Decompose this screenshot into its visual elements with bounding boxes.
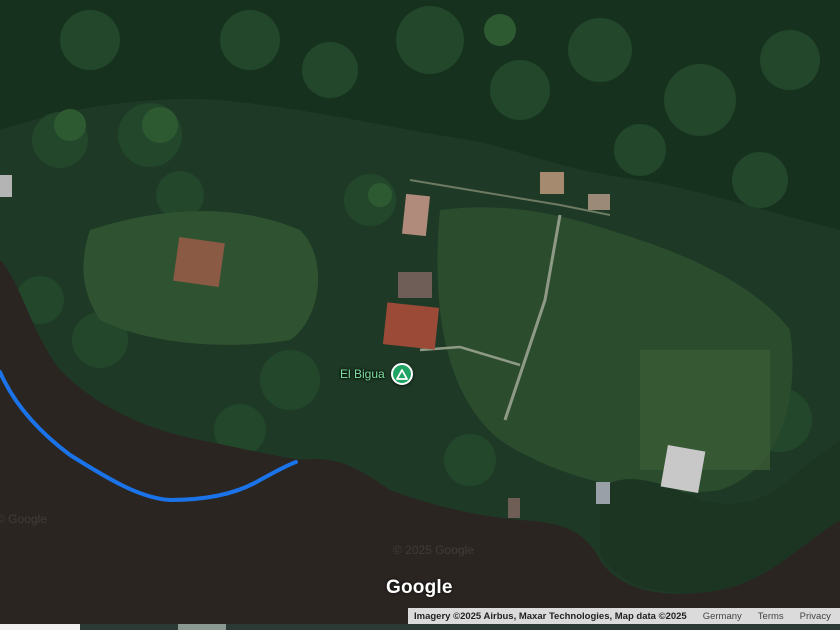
building (0, 175, 12, 197)
map-attribution-bar: Imagery ©2025 Airbus, Maxar Technologies… (408, 608, 840, 624)
imagery-credit: Imagery ©2025 Airbus, Maxar Technologies… (414, 610, 687, 622)
map-watermark: © 2025 Google (393, 543, 474, 557)
campground-pin-icon[interactable] (390, 363, 413, 385)
bottom-strip-segment (0, 624, 80, 630)
building (660, 445, 706, 493)
building (382, 302, 440, 350)
building (596, 482, 610, 504)
bottom-strip-segment (178, 624, 226, 630)
satellite-map[interactable] (0, 0, 840, 630)
building (540, 172, 564, 194)
building (173, 237, 225, 287)
place-name: El Bigua (340, 367, 385, 381)
map-watermark-partial: © Google (0, 512, 47, 526)
building (508, 498, 520, 518)
country-link[interactable]: Germany (703, 611, 742, 622)
building (401, 193, 431, 237)
building (398, 272, 432, 298)
terms-link[interactable]: Terms (758, 611, 784, 622)
bottom-strip (0, 624, 840, 630)
privacy-link[interactable]: Privacy (800, 611, 831, 622)
building (588, 194, 610, 210)
google-logo: Google (386, 577, 453, 598)
place-marker-el-bigua[interactable]: El Bigua (340, 362, 413, 386)
